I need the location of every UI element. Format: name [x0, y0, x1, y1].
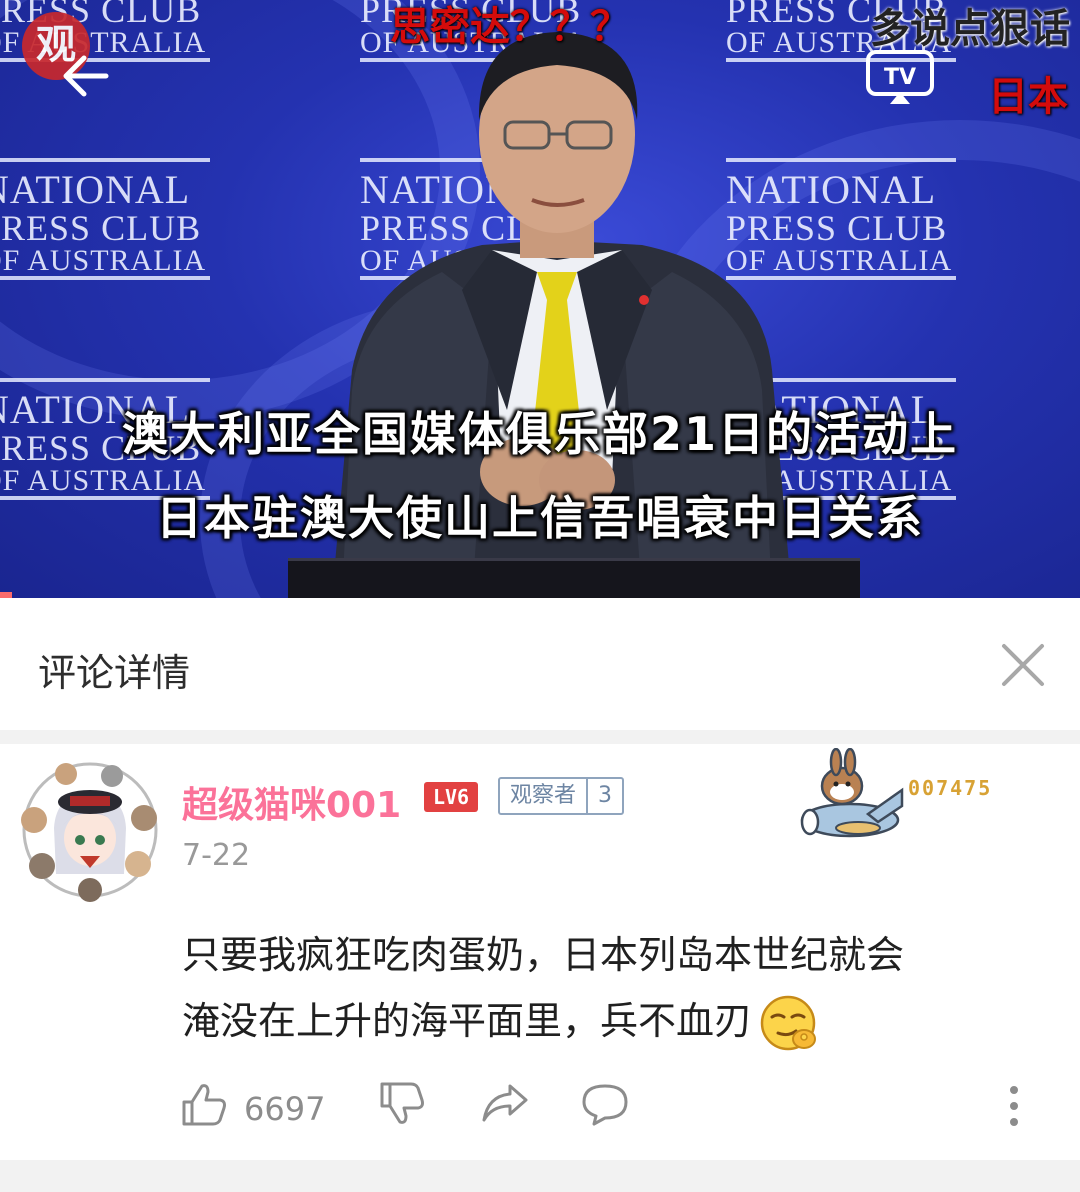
comment-text-line-wrapper: 淹没在上升的海平面里，兵不血刃 [182, 988, 1052, 1054]
comment-username[interactable]: 超级猫咪001 [182, 776, 401, 828]
tv-label: TV [884, 65, 916, 90]
medal-level: 3 [598, 783, 613, 808]
comment-action-bar [0, 1080, 1080, 1142]
video-player[interactable]: NATIONAL PRESS CLUB OF AUSTRALIA NATIONA… [0, 0, 1080, 598]
podium [288, 558, 860, 598]
backdrop-text: PRESS CLUB [0, 208, 202, 248]
danmaku-comment: 多说点狠话 [870, 6, 1070, 52]
share-icon[interactable] [480, 1080, 530, 1128]
danmaku-comment: 日本 [988, 74, 1068, 120]
danmaku-comment: 思密达？？？ [390, 4, 630, 50]
video-subtitle: 澳大利亚全国媒体俱乐部21日的活动上 [121, 407, 958, 461]
bottom-divider [0, 1160, 1080, 1192]
backdrop-logo: NATIONAL PRESS CLUB OF AUSTRALIA [0, 158, 210, 280]
comment-body: 只要我疯狂吃肉蛋奶，日本列岛本世纪就会 淹没在上升的海平面里，兵不血刃 [182, 922, 1052, 1054]
thumbs-up-icon[interactable] [180, 1080, 228, 1128]
smug-emoji-icon [760, 995, 817, 1050]
comment-date: 7-22 [182, 838, 251, 873]
backdrop-text: OF AUSTRALIA [0, 244, 207, 277]
fan-number: 007475 [908, 776, 993, 800]
level-badge: LV6 [424, 782, 478, 812]
back-arrow-icon[interactable] [56, 46, 116, 106]
rabbit-airplane-badge-icon [800, 748, 904, 838]
medal-name: 观察者 [500, 779, 589, 813]
comment-text-line: 只要我疯狂吃肉蛋奶，日本列岛本世纪就会 [182, 933, 905, 977]
panel-title: 评论详情 [38, 651, 191, 695]
close-icon[interactable] [998, 640, 1048, 690]
tv-cast-icon[interactable]: TV [864, 48, 936, 108]
avatar[interactable] [16, 756, 164, 904]
more-vertical-icon[interactable] [1000, 1080, 1028, 1130]
reply-icon[interactable] [580, 1080, 630, 1128]
video-subtitle: 日本驻澳大使山上信吾唱衰中日关系 [156, 491, 924, 545]
section-divider [0, 730, 1080, 744]
thumbs-down-icon[interactable] [378, 1080, 426, 1128]
backdrop-text: NATIONAL [0, 167, 191, 212]
comment-text-line: 淹没在上升的海平面里，兵不血刃 [182, 999, 753, 1043]
fan-medal[interactable]: 观察者 3 [498, 777, 625, 815]
like-count: 6697 [244, 1090, 326, 1128]
